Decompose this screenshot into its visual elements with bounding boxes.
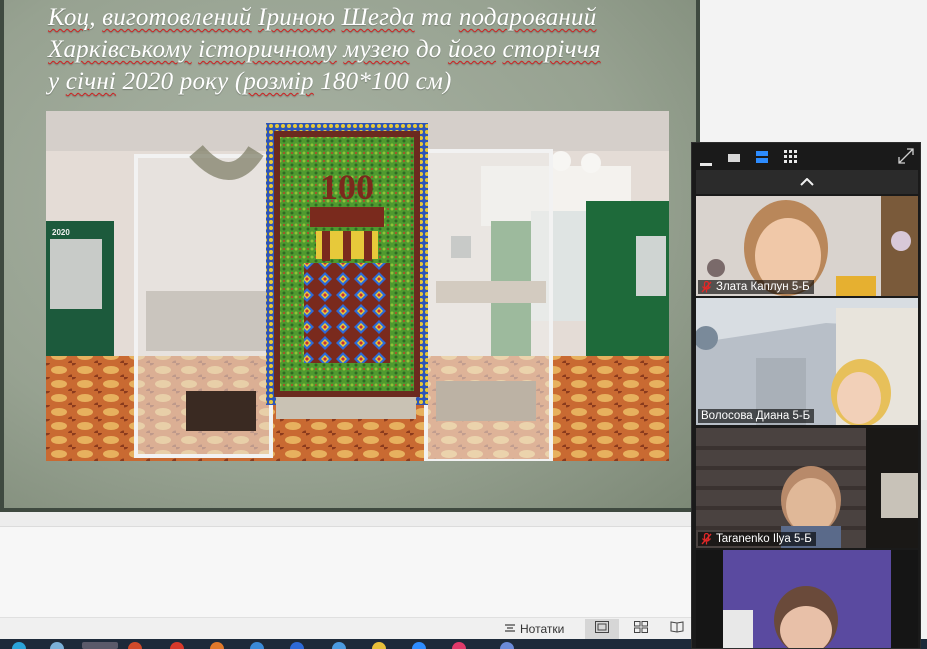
caption-text: у: [48, 68, 66, 95]
spellcheck-word: січні: [65, 68, 117, 95]
video-tile[interactable]: Taranenko Ilya 5-Б: [696, 428, 918, 548]
participant-video: [696, 298, 918, 425]
reading-view-icon: [670, 620, 684, 638]
zoom-toolbar: [692, 143, 920, 169]
spellcheck-word: історичному: [198, 36, 337, 63]
slide-sorter-button[interactable]: [624, 619, 658, 639]
workspace-gap: [0, 512, 700, 527]
participant-video: [696, 428, 918, 548]
taskbar-app-icon[interactable]: [12, 642, 26, 649]
museum-photo: 100 2020: [46, 111, 669, 461]
taskbar-app-icon[interactable]: [250, 642, 264, 649]
taskbar-app-icon[interactable]: [82, 642, 118, 649]
muted-mic-icon: [701, 280, 712, 293]
caption-text: 180*100 см): [313, 68, 452, 95]
normal-view-button[interactable]: [585, 619, 619, 639]
participant-name-tag: Волосова Диана 5-Б: [698, 409, 815, 423]
caption-text: до: [409, 36, 448, 63]
participant-name-tag: Taranenko Ilya 5-Б: [698, 532, 816, 546]
spellcheck-word: Харківському: [48, 36, 192, 63]
spellcheck-word: музею: [343, 36, 410, 63]
spellcheck-word: сторіччя: [502, 36, 601, 63]
single-view-icon[interactable]: [728, 150, 740, 168]
spellcheck-word: Шегда: [341, 4, 415, 31]
slide[interactable]: Коц, виготовлений Іриною Шегда та подаро…: [4, 0, 696, 508]
status-bar: Нотатки: [0, 617, 700, 640]
taskbar-app-icon[interactable]: [500, 642, 514, 649]
slide-sorter-icon: [634, 620, 648, 638]
spellcheck-word: подарований: [458, 4, 597, 31]
taskbar-app-icon[interactable]: [372, 642, 386, 649]
taskbar-app-icon[interactable]: [332, 642, 346, 649]
taskbar-app-icon[interactable]: [210, 642, 224, 649]
caption-line-3: у січні 2020 року (розмір 180*100 см): [48, 66, 668, 98]
video-tile[interactable]: Злата Каплун 5-Б: [696, 196, 918, 296]
scroll-up-button[interactable]: [696, 170, 918, 194]
notes-label: Нотатки: [520, 622, 565, 636]
participant-name: Taranenko Ilya 5-Б: [716, 533, 812, 545]
caption-text: та: [414, 4, 459, 31]
notes-icon: [504, 622, 516, 637]
participant-video: [696, 550, 918, 648]
normal-view-icon: [595, 620, 609, 638]
taskbar-app-icon[interactable]: [128, 642, 142, 649]
video-tile[interactable]: Волосова Диана 5-Б: [696, 298, 918, 425]
notes-pane[interactable]: [0, 527, 700, 617]
participant-name-tag: Злата Каплун 5-Б: [698, 280, 814, 294]
participant-name: Злата Каплун 5-Б: [716, 281, 810, 293]
gallery-view-icon[interactable]: [784, 150, 797, 168]
spellcheck-word: виготовлений: [102, 4, 252, 31]
caption-text: ,: [89, 4, 103, 31]
notes-button[interactable]: Нотатки: [504, 620, 564, 638]
taskbar-app-icon[interactable]: [50, 642, 64, 649]
caption-text: 2020 року (: [116, 68, 244, 95]
spellcheck-word: Коц: [48, 4, 90, 31]
chevron-up-icon: [800, 173, 814, 191]
caption-line-2: Харківському історичному музею до його с…: [48, 34, 668, 66]
speaker-view-icon[interactable]: [756, 150, 768, 168]
muted-mic-icon: [701, 532, 712, 545]
video-tile[interactable]: [696, 550, 918, 648]
spellcheck-word: Іриною: [258, 4, 336, 31]
slide-frame: Коц, виготовлений Іриною Шегда та подаро…: [0, 0, 700, 512]
taskbar-app-icon[interactable]: [452, 642, 466, 649]
reading-view-button[interactable]: [660, 619, 694, 639]
participant-name: Волосова Диана 5-Б: [701, 410, 811, 422]
slide-caption: Коц, виготовлений Іриною Шегда та подаро…: [48, 2, 668, 98]
window-edge: [921, 420, 927, 490]
taskbar-app-icon[interactable]: [290, 642, 304, 649]
carpet-text: 100: [320, 167, 374, 207]
fullscreen-icon[interactable]: [898, 148, 914, 169]
taskbar-app-icon[interactable]: [170, 642, 184, 649]
zoom-video-panel: Злата Каплун 5-Б Волосова Диана 5-Б Tara…: [691, 142, 921, 649]
taskbar-app-icon[interactable]: [412, 642, 426, 649]
panel-text: 2020: [52, 228, 70, 237]
spellcheck-word: його: [447, 36, 497, 63]
spellcheck-word: розмір: [243, 68, 314, 95]
caption-line-1: Коц, виготовлений Іриною Шегда та подаро…: [48, 2, 668, 34]
